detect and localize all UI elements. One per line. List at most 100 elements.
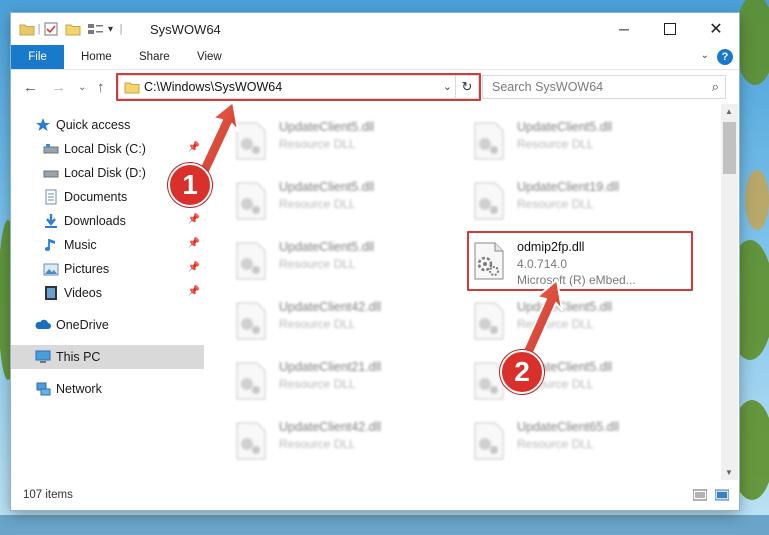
list-item[interactable]: UpdateClient42.dll Resource DLL [225,416,455,464]
sidebar-item-label: Music [64,238,97,252]
close-button[interactable]: ✕ [693,13,739,45]
toolbar-separator: | [37,23,41,35]
details-view-icon[interactable] [693,489,707,501]
sidebar-item-label: Pictures [64,262,110,276]
sidebar-item-videos[interactable]: Videos 📌 [11,281,204,305]
vertical-scrollbar[interactable]: ▲ ▼ [721,104,738,480]
maximize-icon [664,23,676,35]
dll-file-icon [236,122,266,160]
sidebar-item-label: This PC [56,350,101,364]
pin-icon[interactable]: 📌 [188,262,200,273]
file-highlight [467,231,693,291]
sidebar-item-network[interactable]: Network [11,377,204,401]
dll-file-icon [236,362,266,400]
dll-file-icon [474,182,504,220]
list-item[interactable]: UpdateClient21.dll Resource DLL [225,356,455,404]
sidebar-item-this-pc[interactable]: This PC [11,345,204,369]
file-name: UpdateClient42.dll [279,420,382,434]
tab-file[interactable]: File [11,45,64,69]
file-name: UpdateClient21.dll [279,360,382,374]
sidebar-item-label: Quick access [56,118,131,132]
scrollbar-thumb[interactable] [723,122,736,174]
sidebar-item-quick-access[interactable]: Quick access [11,113,204,137]
drive-icon [43,144,59,154]
customize-icon[interactable] [87,22,105,36]
list-item[interactable]: UpdateClient5.dll Resource DLL [463,296,693,344]
list-item[interactable]: UpdateClient19.dll Resource DLL [463,176,693,224]
list-item[interactable]: UpdateClient42.dll Resource DLL [225,296,455,344]
status-bar: 107 items [11,483,739,509]
documents-icon [45,189,57,205]
sidebar-item-label: Documents [64,190,128,204]
tab-home[interactable]: Home [81,45,112,69]
tab-view[interactable]: View [197,45,222,69]
help-button[interactable]: ? [717,49,733,65]
file-name: UpdateClient42.dll [279,300,382,314]
file-type: Resource DLL [517,437,594,451]
recent-locations-icon[interactable]: ⌄ [78,82,86,93]
cloud-icon [35,319,51,329]
navigation-bar: ← → ⌄ ↑ C:\Windows\SysWOW64 ⌄ ↻ Search S… [11,70,739,104]
navigation-pane: Quick access Local Disk (C:) 📌 Local Dis… [11,104,207,480]
scroll-up-icon[interactable]: ▲ [725,107,733,116]
search-icon[interactable]: ⌕ [712,79,719,95]
pictures-icon [43,263,59,276]
toolbar-separator: | [119,23,123,35]
dll-file-icon [236,422,266,460]
large-icons-view-icon[interactable] [715,489,729,501]
new-folder-icon[interactable] [65,22,81,36]
list-item[interactable]: UpdateClient5.dll Resource DLL [225,236,455,284]
file-name: UpdateClient5.dll [279,240,375,254]
list-item[interactable]: UpdateClient65.dll Resource DLL [463,416,693,464]
pin-icon[interactable]: 📌 [188,214,200,225]
forward-button[interactable]: → [51,79,66,96]
toolbar-dropdown-icon[interactable]: ▾ [108,24,113,35]
step-2-badge: 2 [500,350,544,394]
music-icon [44,239,55,251]
list-item[interactable]: UpdateClient5.dll Resource DLL [225,176,455,224]
properties-icon[interactable] [43,21,59,37]
sidebar-item-label: OneDrive [56,318,109,332]
file-name: UpdateClient5.dll [517,120,613,134]
quick-access-toolbar: | ▾ | [19,21,125,37]
file-name: UpdateClient65.dll [517,420,620,434]
expand-ribbon-icon[interactable]: ⌄ [701,50,709,61]
pin-icon[interactable]: 📌 [188,238,200,249]
tab-share[interactable]: Share [139,45,170,69]
search-input[interactable]: Search SysWOW64 [492,80,603,94]
step-1-badge: 1 [168,163,212,207]
dll-file-icon [474,122,504,160]
sidebar-item-onedrive[interactable]: OneDrive [11,313,204,337]
dll-file-icon [236,182,266,220]
list-item[interactable]: UpdateClient5.dll Resource DLL [463,116,693,164]
pin-icon[interactable]: 📌 [188,286,200,297]
file-list: UpdateClient5.dll Resource DLL UpdateCli… [207,104,721,480]
file-type: Resource DLL [279,437,356,451]
file-type: Resource DLL [517,317,594,331]
file-type: Resource DLL [279,317,356,331]
videos-icon [45,286,57,300]
sidebar-item-music[interactable]: Music 📌 [11,233,204,257]
dll-file-icon [236,242,266,280]
file-name: UpdateClient5.dll [279,180,375,194]
sidebar-item-local-disk-c[interactable]: Local Disk (C:) 📌 [11,137,204,161]
close-icon: ✕ [709,21,723,38]
up-button[interactable]: ↑ [97,79,105,96]
file-explorer-window: | ▾ | SysWOW64 ─ ✕ File Home Share View … [11,13,739,510]
search-box[interactable]: Search SysWOW64 ⌕ [482,75,726,99]
dll-file-icon [474,422,504,460]
folder-icon[interactable] [19,22,35,36]
dll-file-icon [474,302,504,340]
list-item[interactable]: UpdateClient5.dll Resource DLL [225,116,455,164]
back-button[interactable]: ← [23,79,38,96]
file-type: Resource DLL [279,137,356,151]
pin-icon[interactable]: 📌 [188,142,200,153]
minimize-button[interactable]: ─ [601,13,647,45]
dll-file-icon [236,302,266,340]
list-item[interactable]: UpdateClient5.dll Resource DLL [463,356,693,404]
maximize-button[interactable] [647,13,693,45]
scroll-down-icon[interactable]: ▼ [725,468,733,477]
file-type: Resource DLL [517,197,594,211]
sidebar-item-downloads[interactable]: Downloads 📌 [11,209,204,233]
sidebar-item-pictures[interactable]: Pictures 📌 [11,257,204,281]
